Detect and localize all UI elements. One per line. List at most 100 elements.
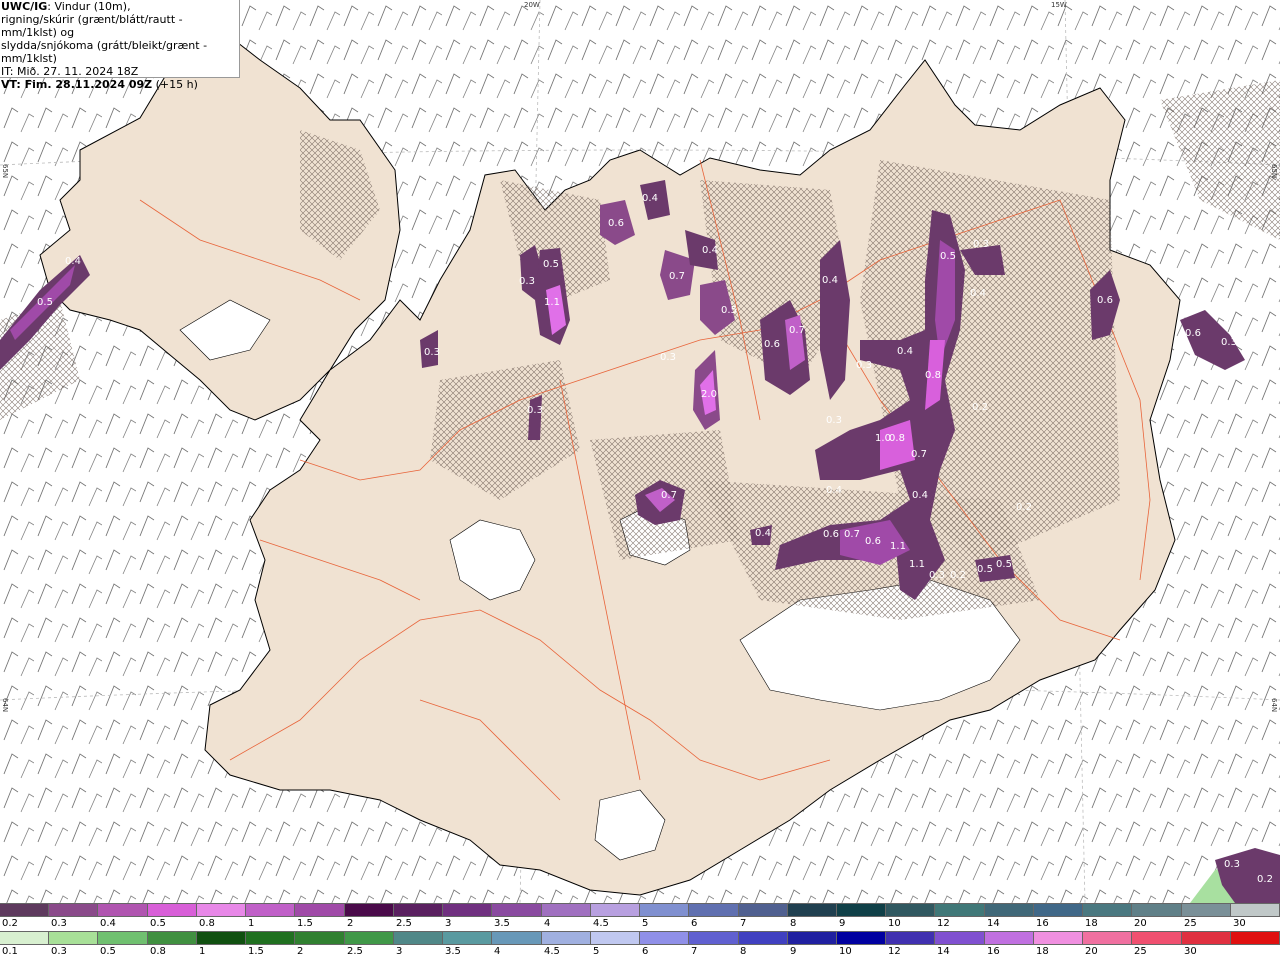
precip-value-label: 0.2	[950, 570, 966, 581]
legend-tick-label: 1.5	[248, 946, 264, 957]
precip-value-label: 0.4	[897, 346, 913, 357]
legend-swatch	[98, 904, 148, 916]
legend-tick-label: 20	[1134, 918, 1147, 929]
lat-label-left-65n: 65N	[1, 164, 9, 179]
precip-value-label: 1.1	[909, 559, 925, 570]
legend-tick-label: 25	[1184, 918, 1197, 929]
legend-swatch	[689, 932, 739, 944]
legend-tick-label: 2	[297, 946, 304, 957]
legend-tick-label: 16	[987, 946, 1000, 957]
precip-value-label: 1.1	[544, 297, 560, 308]
initial-time: IT: Mið. 27. 11. 2024 18Z	[1, 65, 139, 78]
legend-swatch	[1132, 904, 1182, 916]
legend-tick-label: 0.8	[150, 946, 166, 957]
legend-swatch	[1083, 932, 1133, 944]
legend-tick-label: 0.3	[51, 918, 67, 929]
legend-swatch	[590, 932, 641, 944]
precip-value-label: 0.4	[65, 256, 81, 267]
precip-value-label: 0.4	[702, 245, 718, 256]
legend-swatch	[590, 904, 641, 916]
precip-value-label: 0.3	[826, 415, 842, 426]
legend-rain-colorbar	[0, 931, 1280, 945]
legend-swatch	[1083, 904, 1133, 916]
legend-tick-label: 10	[888, 918, 901, 929]
precip-value-label: 0.4	[970, 288, 986, 299]
precip-value-label: 0.3	[856, 360, 872, 371]
precip-value-label: 0.6	[608, 218, 624, 229]
legend-swatch	[246, 904, 296, 916]
legend-tick-label: 4.5	[593, 918, 609, 929]
legend-swatch	[886, 904, 936, 916]
legend-swatch	[689, 904, 739, 916]
legend-tick-label: 16	[1036, 918, 1049, 929]
legend-swatch	[984, 904, 1034, 916]
legend-tick-label: 10	[839, 946, 852, 957]
precip-value-label: 1.1	[890, 541, 906, 552]
legend-swatch	[1033, 932, 1084, 944]
precip-value-label: 0.3	[973, 239, 989, 250]
legend-swatch	[295, 932, 345, 944]
legend-tick-label: 0.3	[51, 946, 67, 957]
legend-swatch	[147, 904, 197, 916]
precip-value-label: 0.6	[823, 529, 839, 540]
legend-swatch	[640, 932, 690, 944]
legend-rain-ticks: 0.1 0.3 0.5 0.8 1 1.5 2 2.5 3 3.5 4 4.5 5 6 7 8 9 10 12 14 1…	[0, 946, 1280, 958]
legend-tick-label: 9	[839, 918, 846, 929]
lat-label-left-64n: 64N	[1, 698, 9, 713]
legend-swatch	[443, 932, 493, 944]
legend-tick-label: 5	[593, 946, 600, 957]
lon-label-15w: 15W	[1051, 1, 1067, 9]
legend-swatch	[886, 932, 936, 944]
lat-label-right-64n: 64N	[1270, 698, 1278, 713]
legend-swatch	[492, 904, 542, 916]
legend-tick-label: 2.5	[347, 946, 363, 957]
legend-swatch	[1181, 932, 1231, 944]
legend-swatch	[541, 932, 591, 944]
precip-value-label: 0.7	[789, 325, 805, 336]
legend-tick-label: 12	[888, 946, 901, 957]
precip-value-label: 0.2	[1257, 874, 1273, 885]
precip-value-label: 0.7	[911, 449, 927, 460]
precip-value-label: 0.4	[826, 485, 842, 496]
precip-value-label: 0.6	[1185, 328, 1201, 339]
legend-tick-label: 3	[396, 946, 403, 957]
legend-tick-label: 8	[740, 946, 747, 957]
precip-value-label: 2.0	[701, 389, 717, 400]
legend-swatch	[49, 904, 99, 916]
legend-swatch	[738, 932, 788, 944]
legend-tick-label: 14	[937, 946, 950, 957]
legend-tick-label: 1	[199, 946, 206, 957]
legend-tick-label: 14	[987, 918, 1000, 929]
legend-swatch	[0, 904, 50, 916]
legend-swatch	[0, 932, 50, 944]
title-line1: : Vindur (10m),	[47, 0, 131, 13]
legend-tick-label: 0.2	[2, 918, 18, 929]
legend-tick-label: 20	[1085, 946, 1098, 957]
legend-tick-label: 25	[1134, 946, 1147, 957]
legend-swatch	[1033, 904, 1084, 916]
legend-tick-label: 5	[642, 918, 649, 929]
legend-tick-label: 0.5	[150, 918, 166, 929]
legend-swatch	[246, 932, 296, 944]
legend-tick-label: 12	[937, 918, 950, 929]
precip-value-label: 0.7	[844, 529, 860, 540]
precip-value-label: 0.2	[972, 402, 988, 413]
precip-value-label: 0.5	[721, 305, 737, 316]
precip-value-label: 0.8	[889, 433, 905, 444]
legend-tick-label: 9	[790, 946, 797, 957]
legend-tick-label: 1.5	[297, 918, 313, 929]
precip-value-label: 0.3	[1221, 337, 1237, 348]
legend-tick-label: 3.5	[494, 918, 510, 929]
legend-swatch	[1181, 904, 1231, 916]
brand-label: UWC/IG	[1, 0, 48, 13]
legend-swatch	[49, 932, 99, 944]
legend-snow-ticks: 0.2 0.3 0.4 0.5 0.8 1 1.5 2 2.5 3 3.5 4 4.5 5 6 7 8 9 10 12…	[0, 918, 1280, 930]
legend-tick-label: 7	[691, 946, 698, 957]
precip-value-label: 0.3	[929, 570, 945, 581]
legend-swatch	[344, 904, 394, 916]
legend-swatch	[196, 904, 247, 916]
legend-swatch	[836, 932, 887, 944]
precip-value-label: 0.7	[669, 271, 685, 282]
valid-time: VT: Fim. 28.11.2024 09Z	[1, 78, 153, 91]
legend-tick-label: 4	[544, 918, 551, 929]
